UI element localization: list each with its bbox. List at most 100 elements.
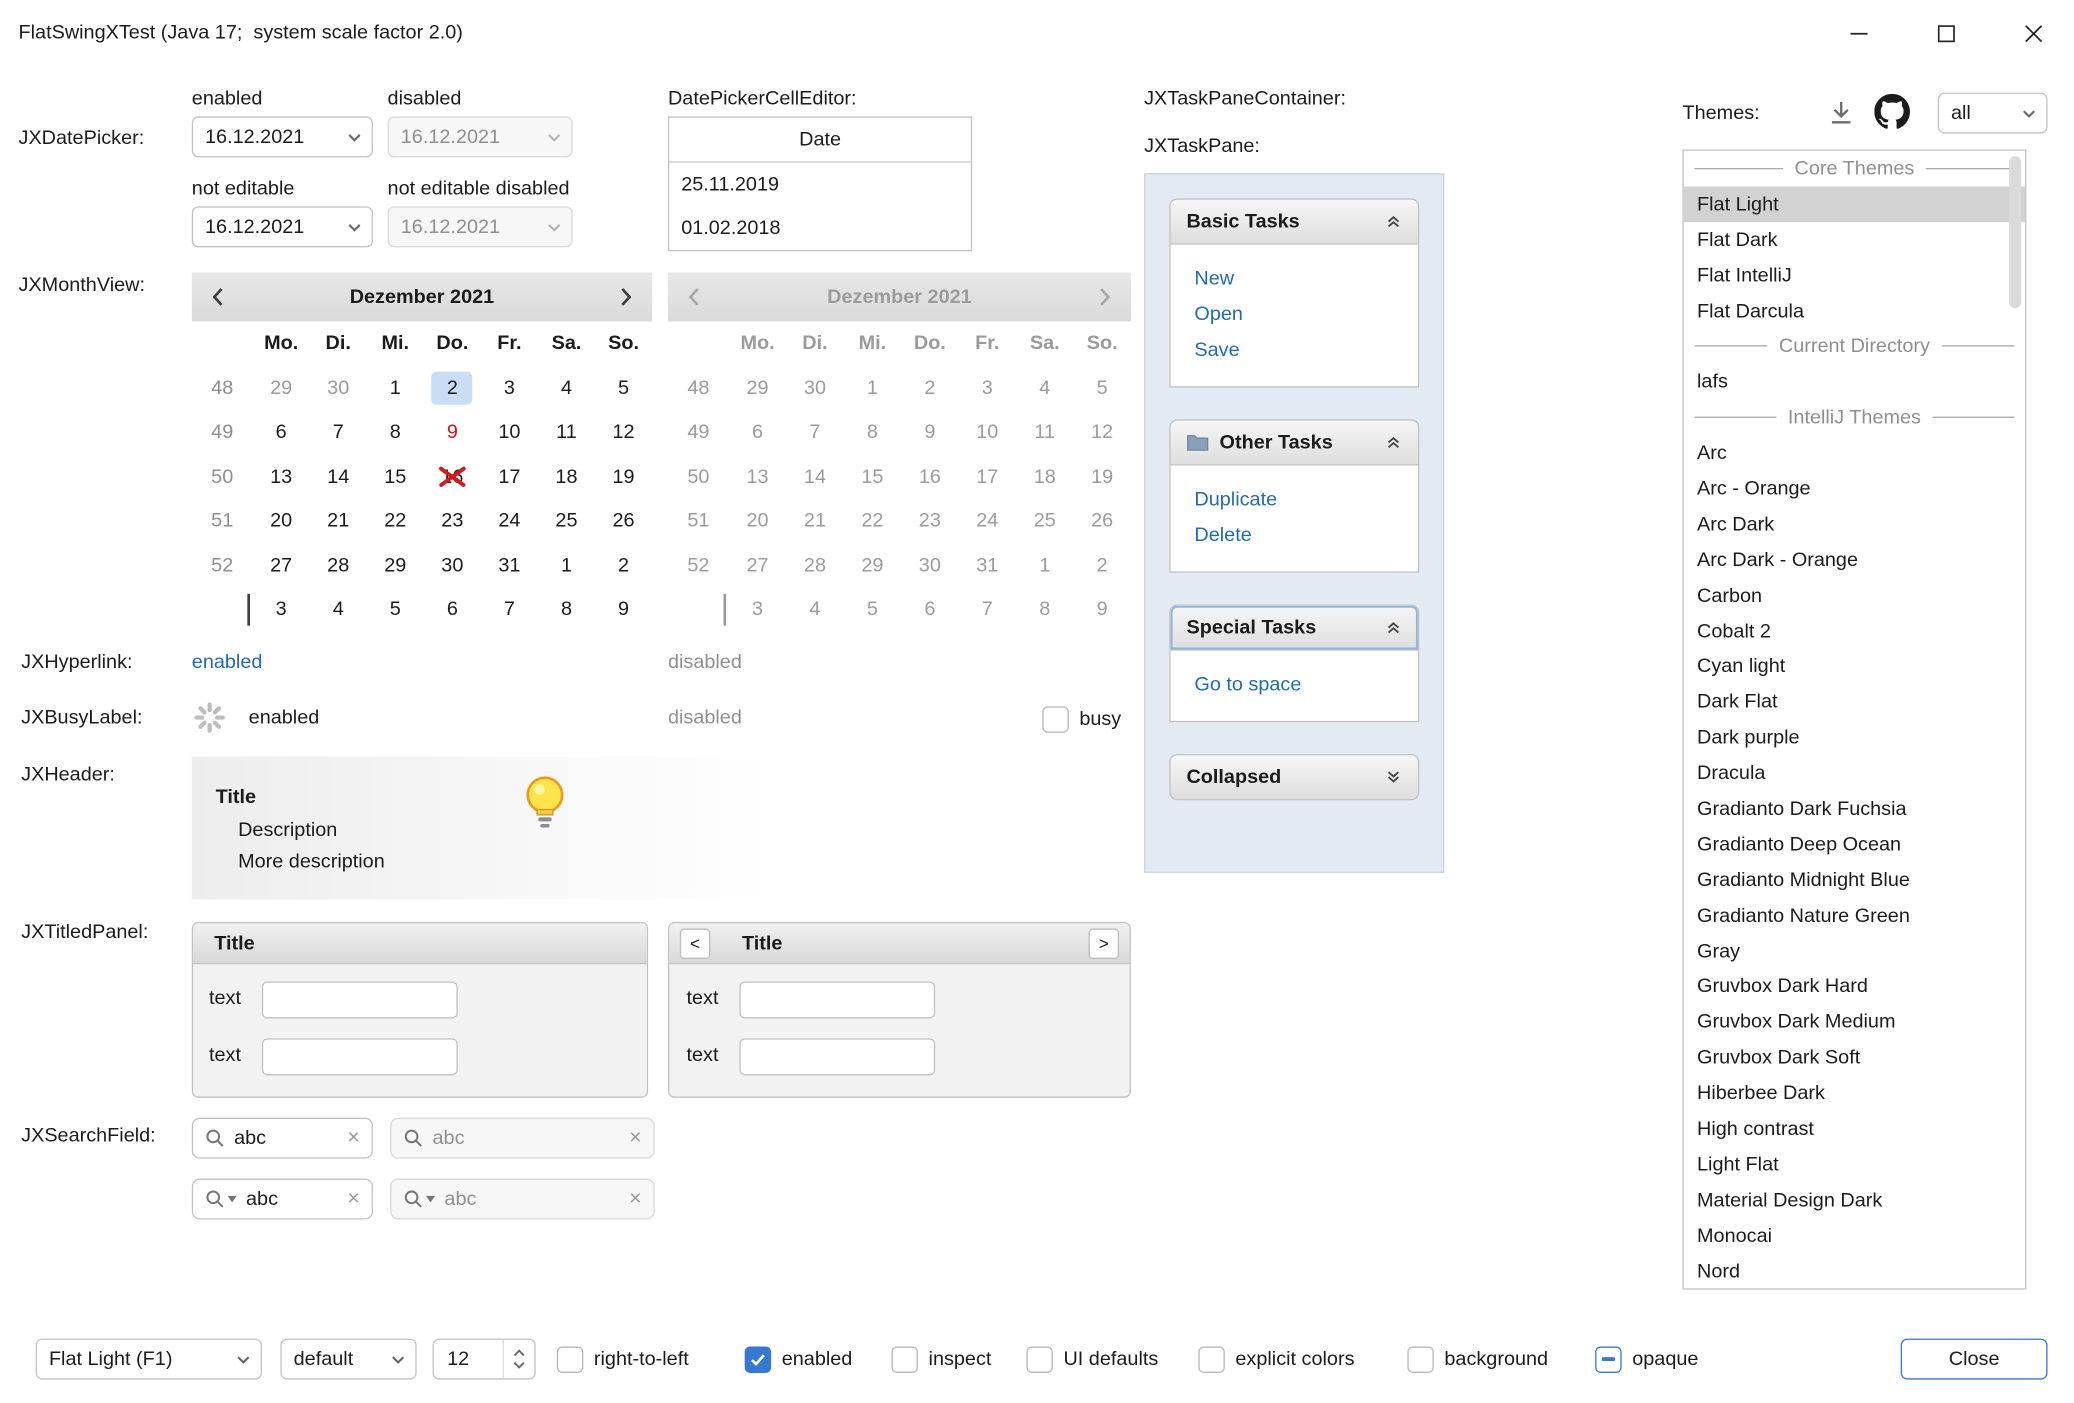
scrollbar-thumb[interactable] [2009, 156, 2021, 308]
theme-list-item[interactable]: Gruvbox Dark Hard [1684, 969, 2025, 1005]
theme-list-item[interactable]: High contrast [1684, 1111, 2025, 1147]
font-size-spinner[interactable]: 12 [433, 1339, 536, 1380]
titled-panel-text-input[interactable] [262, 981, 458, 1018]
calendar-day-cell[interactable]: 2 [424, 366, 481, 410]
calendar-day-cell[interactable]: 18 [538, 454, 595, 498]
github-icon[interactable] [1874, 94, 1910, 130]
calendar-day-cell[interactable]: 8 [538, 587, 595, 631]
clear-icon[interactable]: × [347, 1188, 359, 1209]
search-icon[interactable] [205, 1128, 225, 1148]
taskpane-link[interactable]: Delete [1171, 517, 1418, 553]
calendar-day-cell[interactable]: 25 [538, 499, 595, 543]
table-row[interactable]: 25.11.2019 [669, 163, 971, 207]
next-month-icon[interactable] [620, 287, 632, 307]
taskpane-header[interactable]: Collapsed [1169, 754, 1419, 800]
calendar-day-cell[interactable]: 16 [424, 454, 481, 498]
calendar-day-cell[interactable]: 30 [424, 543, 481, 587]
datepicker-enabled[interactable]: 16.12.2021 [192, 116, 373, 157]
calendar-day-cell[interactable]: 9 [595, 587, 652, 631]
theme-list-item[interactable]: Carbon [1684, 578, 2025, 614]
checkbox-enabled[interactable]: enabled [745, 1339, 853, 1380]
checkbox-opaque[interactable]: opaque [1595, 1339, 1698, 1380]
download-icon[interactable] [1827, 98, 1856, 127]
scroll-left-button[interactable]: < [680, 928, 710, 958]
chevron-down-icon[interactable] [226, 1340, 260, 1378]
search-with-menu-icon[interactable] [205, 1189, 237, 1209]
theme-combobox[interactable]: Flat Light (F1) [36, 1339, 262, 1380]
calendar-day-cell[interactable]: 2 [595, 543, 652, 587]
expand-icon[interactable] [1385, 768, 1402, 785]
search-field[interactable]: × [192, 1118, 373, 1159]
style-combobox[interactable]: default [280, 1339, 416, 1380]
calendar-day-cell[interactable]: 3 [481, 366, 538, 410]
table-row[interactable]: 01.02.2018 [669, 206, 971, 250]
taskpane-header[interactable]: Basic Tasks [1169, 198, 1419, 244]
theme-list-item[interactable]: Gruvbox Dark Soft [1684, 1040, 2025, 1076]
maximize-button[interactable] [1915, 0, 1976, 66]
scroll-right-button[interactable]: > [1089, 928, 1119, 958]
calendar-day-cell[interactable]: 3 [253, 587, 310, 631]
theme-list-item[interactable]: Flat IntelliJ [1684, 257, 2025, 293]
search-input[interactable] [246, 1188, 338, 1210]
calendar-day-cell[interactable]: 1 [538, 543, 595, 587]
calendar-day-cell[interactable]: 5 [367, 587, 424, 631]
chevron-down-icon[interactable] [337, 208, 371, 246]
minimize-button[interactable] [1828, 0, 1889, 66]
theme-list-item[interactable]: Hiberbee Dark [1684, 1076, 2025, 1112]
theme-list-item[interactable]: Dark purple [1684, 720, 2025, 756]
calendar-day-cell[interactable]: 23 [424, 499, 481, 543]
close-button-window[interactable] [2003, 0, 2064, 66]
checkbox-background[interactable]: background [1407, 1339, 1548, 1380]
calendar-day-cell[interactable]: 20 [253, 499, 310, 543]
search-field[interactable]: × [192, 1179, 373, 1220]
calendar-day-cell[interactable]: 13 [253, 454, 310, 498]
checkbox-explicit-colors[interactable]: explicit colors [1198, 1339, 1354, 1380]
calendar-day-cell[interactable]: 31 [481, 543, 538, 587]
taskpane-link[interactable]: Duplicate [1171, 481, 1418, 517]
theme-list-item[interactable]: lafs [1684, 364, 2025, 400]
calendar-day-cell[interactable]: 19 [595, 454, 652, 498]
hyperlink-enabled[interactable]: enabled [192, 651, 263, 673]
taskpane-link[interactable]: Open [1171, 296, 1418, 332]
calendar-day-cell[interactable]: 4 [310, 587, 367, 631]
theme-list-item[interactable]: Cyan light [1684, 649, 2025, 685]
theme-list-item[interactable]: Arc Dark - Orange [1684, 542, 2025, 578]
calendar-day-cell[interactable]: 22 [367, 499, 424, 543]
calendar-day-cell[interactable]: 30 [310, 366, 367, 410]
theme-list-item[interactable]: Gradianto Nature Green [1684, 898, 2025, 934]
prev-month-icon[interactable] [212, 287, 224, 307]
checkbox-busy[interactable]: busy [1042, 698, 1121, 739]
taskpane-header[interactable]: Special Tasks [1169, 604, 1419, 650]
calendar-day-cell[interactable]: 21 [310, 499, 367, 543]
theme-list-item[interactable]: Arc [1684, 435, 2025, 471]
titled-panel-text-input[interactable] [262, 1038, 458, 1075]
spinner-arrows[interactable] [503, 1340, 535, 1378]
theme-list-item[interactable]: Flat Darcula [1684, 293, 2025, 329]
calendar-day-cell[interactable]: 28 [310, 543, 367, 587]
theme-list-item[interactable]: Cobalt 2 [1684, 613, 2025, 649]
search-input[interactable] [234, 1127, 338, 1149]
calendar-day-cell[interactable]: 10 [481, 410, 538, 454]
theme-filter-combobox[interactable]: all [1938, 93, 2048, 134]
calendar-day-cell[interactable]: 1 [367, 366, 424, 410]
theme-list-item[interactable]: Flat Light [1684, 186, 2025, 222]
calendar-day-cell[interactable]: 29 [253, 366, 310, 410]
theme-list-item[interactable]: Nord [1684, 1253, 2025, 1289]
calendar-day-cell[interactable]: 8 [367, 410, 424, 454]
collapse-icon[interactable] [1385, 434, 1402, 451]
theme-list-item[interactable]: Dark Flat [1684, 684, 2025, 720]
calendar-day-cell[interactable]: 7 [310, 410, 367, 454]
chevron-down-icon[interactable] [337, 118, 371, 156]
close-button[interactable]: Close [1901, 1339, 2048, 1380]
theme-list-item[interactable]: Flat Dark [1684, 222, 2025, 258]
collapse-icon[interactable] [1385, 213, 1402, 230]
theme-list-item[interactable]: Dracula [1684, 755, 2025, 791]
theme-list-item[interactable]: Gradianto Midnight Blue [1684, 862, 2025, 898]
theme-list-item[interactable]: Gruvbox Dark Medium [1684, 1004, 2025, 1040]
theme-list-item[interactable]: Gray [1684, 933, 2025, 969]
calendar-day-cell[interactable]: 4 [538, 366, 595, 410]
calendar-day-cell[interactable]: 27 [253, 543, 310, 587]
chevron-down-icon[interactable] [2012, 94, 2046, 132]
theme-list-item[interactable]: Material Design Dark [1684, 1182, 2025, 1218]
checkbox-ui-defaults[interactable]: UI defaults [1026, 1339, 1158, 1380]
